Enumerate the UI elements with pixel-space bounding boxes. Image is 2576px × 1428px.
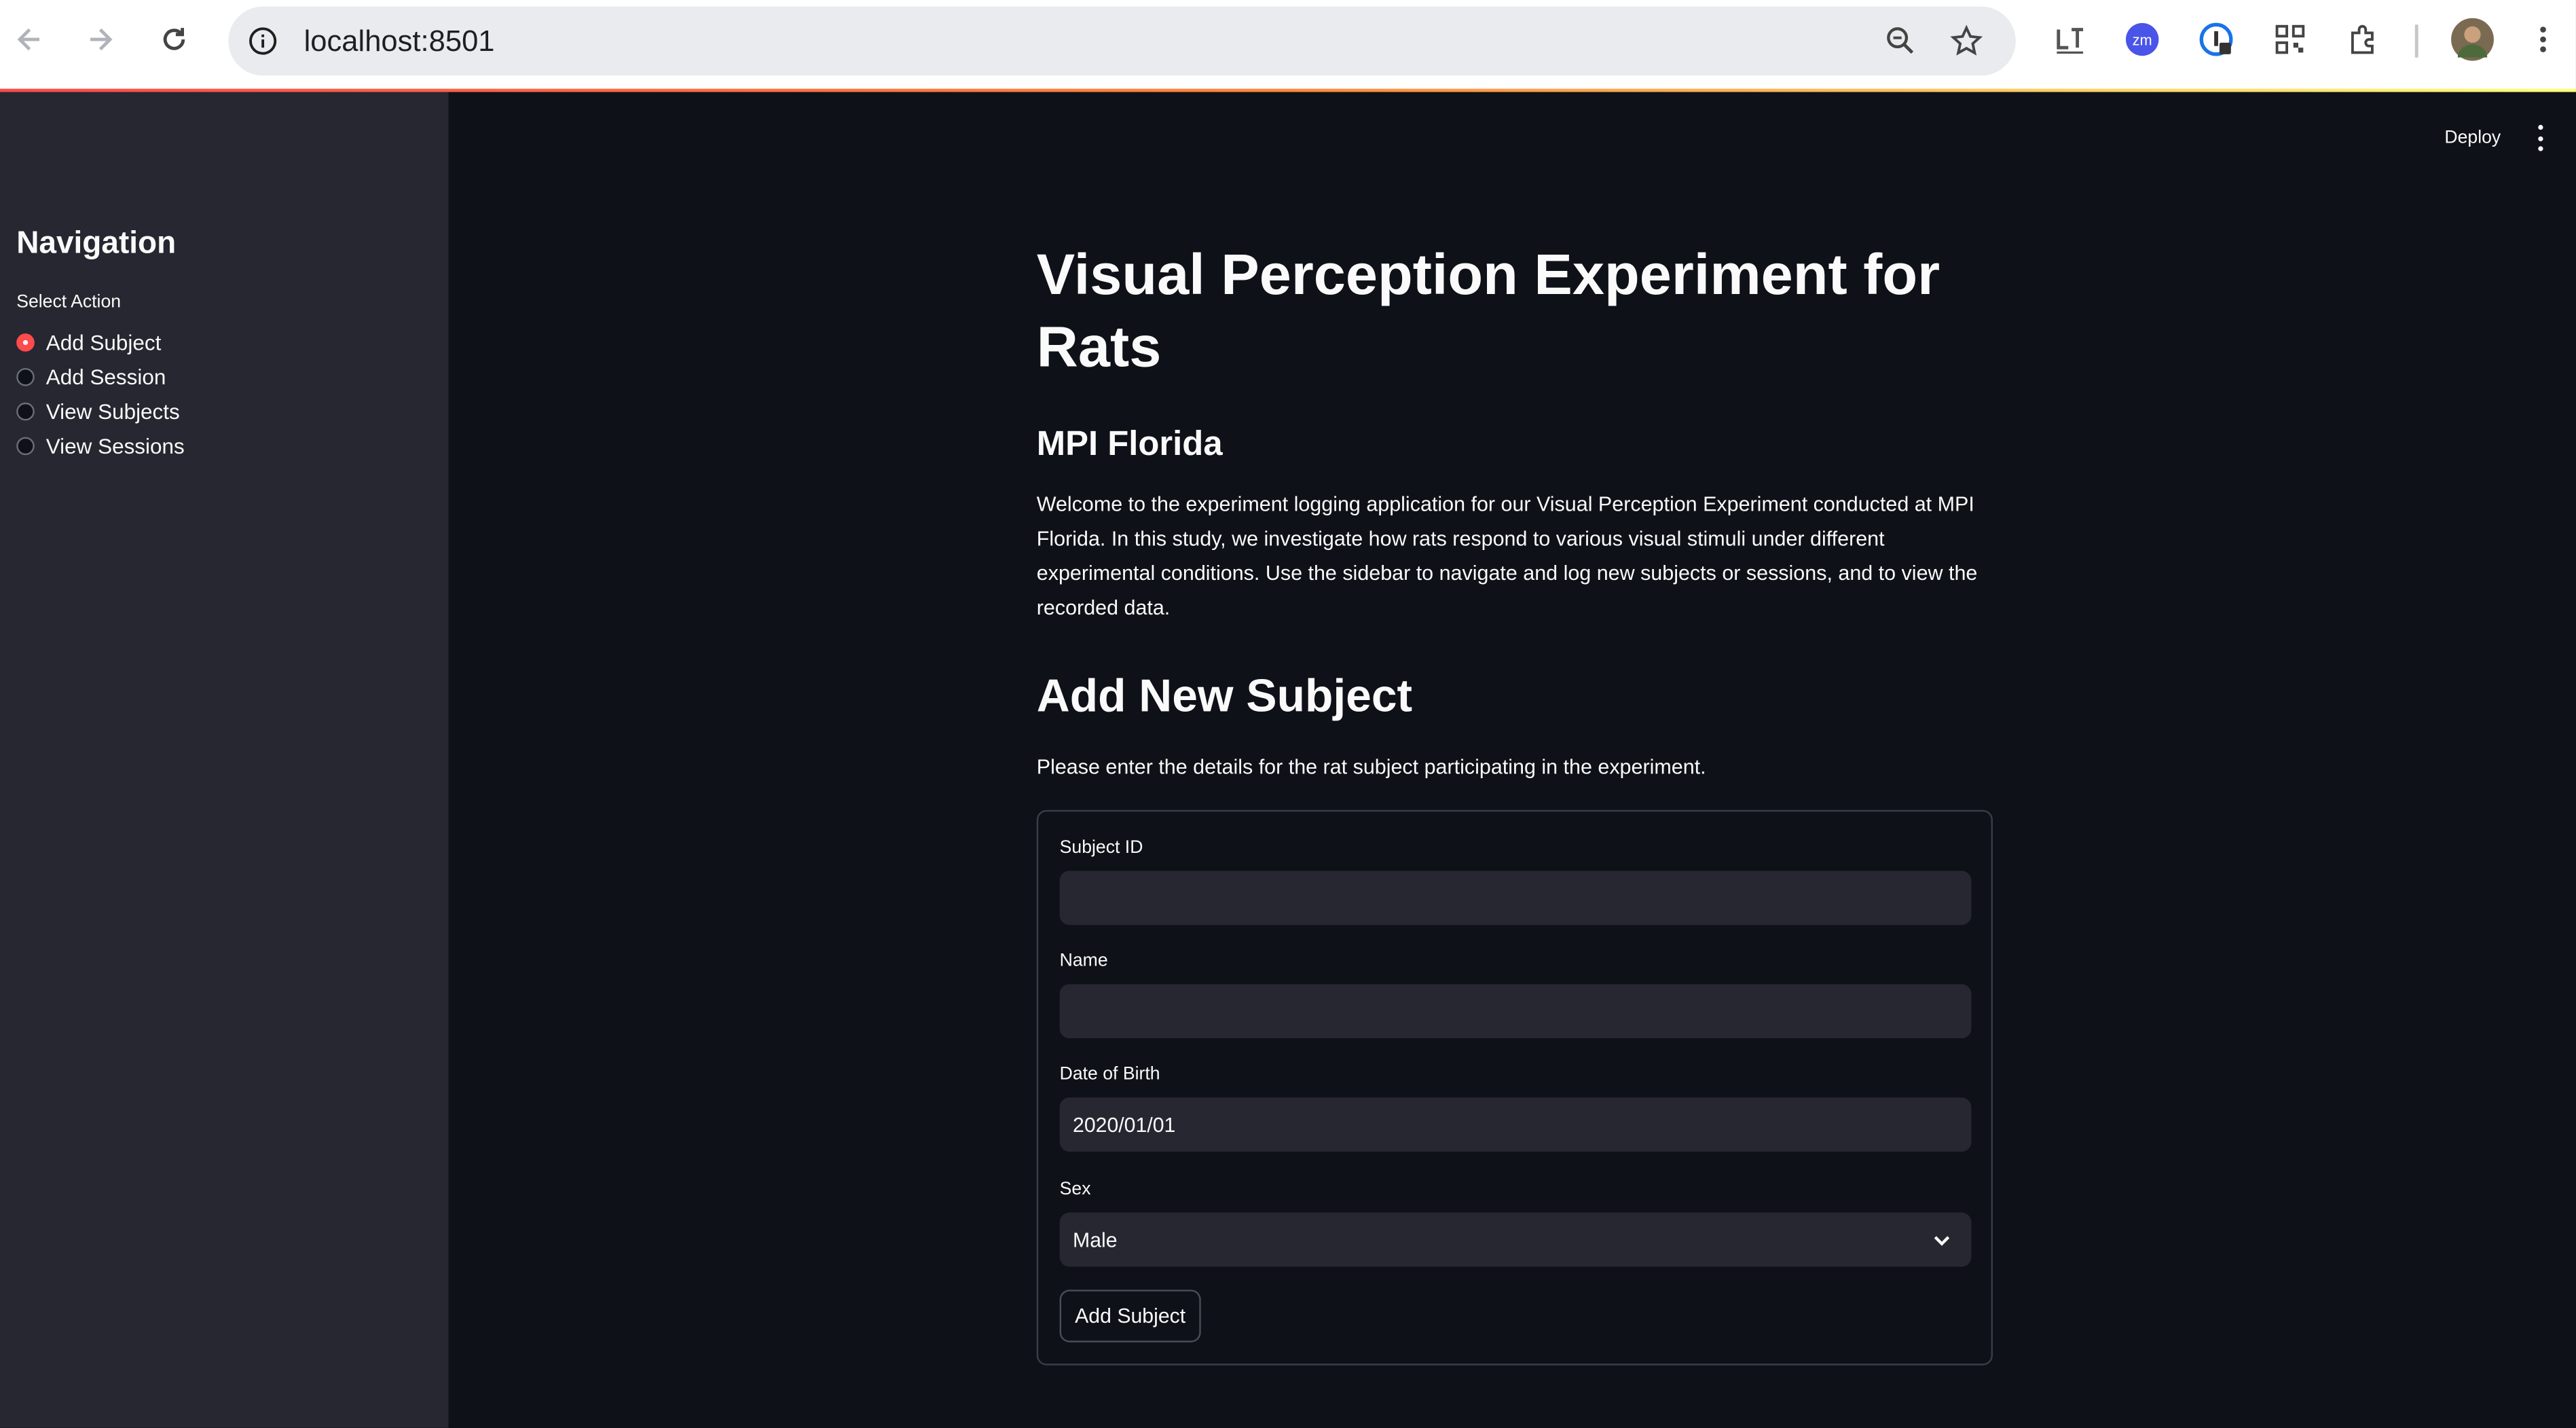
section-title: Add New Subject: [1036, 670, 1413, 722]
browser-toolbar: localhost:8501 zm: [0, 0, 2576, 91]
page-title: Visual Perception Experiment for Rats: [1036, 243, 1940, 380]
sex-selected-value: Male: [1072, 1228, 1118, 1251]
site-info-icon[interactable]: [248, 26, 278, 65]
reload-icon[interactable]: [153, 18, 196, 61]
dob-input[interactable]: 2020/01/01: [1059, 1097, 1972, 1152]
extensions-puzzle-icon[interactable]: [2344, 20, 2384, 59]
radio-view-subjects[interactable]: View Subjects: [16, 399, 180, 424]
app-root: localhost:8501 zm Navigation Select Acti…: [0, 0, 2576, 1428]
url-text: localhost:8501: [303, 24, 495, 58]
profile-avatar[interactable]: [2451, 18, 2494, 61]
extension-lt-icon[interactable]: [2050, 20, 2090, 59]
radio-label: Add Subject: [45, 330, 162, 355]
radio-view-sessions[interactable]: View Sessions: [16, 434, 185, 458]
back-icon[interactable]: [8, 18, 51, 61]
name-input[interactable]: [1059, 984, 1972, 1039]
app-menu-icon[interactable]: [2530, 124, 2550, 151]
sex-select[interactable]: Male: [1059, 1212, 1972, 1267]
dob-value: 2020/01/01: [1072, 1113, 1176, 1137]
svg-text:zm: zm: [2133, 32, 2152, 49]
radio-indicator[interactable]: [16, 402, 35, 421]
radio-label: Add Session: [45, 365, 166, 390]
section-description: Please enter the details for the rat sub…: [1036, 756, 1706, 779]
dob-label: Date of Birth: [1059, 1064, 1160, 1084]
qr-code-icon[interactable]: [2270, 20, 2310, 59]
chevron-down-icon[interactable]: [1932, 1230, 1951, 1255]
radio-selected-indicator[interactable]: [16, 333, 35, 352]
toolbar-divider: [2414, 24, 2418, 58]
zoom-extension-icon[interactable]: zm: [2122, 20, 2162, 59]
main-content: Visual Perception Experiment for Rats MP…: [1036, 240, 1993, 1366]
sidebar-title: Navigation: [16, 226, 177, 261]
browser-menu-icon[interactable]: [2524, 20, 2563, 59]
sex-label: Sex: [1059, 1179, 1091, 1200]
radio-group-label: Select Action: [16, 292, 122, 312]
address-bar[interactable]: localhost:8501: [228, 6, 2016, 76]
radio-add-session[interactable]: Add Session: [16, 365, 166, 389]
radio-indicator[interactable]: [16, 437, 35, 456]
bookmark-star-icon[interactable]: [1950, 24, 1983, 65]
name-label: Name: [1059, 951, 1108, 971]
add-subject-button[interactable]: Add Subject: [1059, 1289, 1201, 1342]
subject-id-input[interactable]: [1059, 871, 1972, 926]
forward-icon[interactable]: [79, 18, 122, 61]
page-subtitle: MPI Florida: [1036, 425, 1223, 464]
subject-id-label: Subject ID: [1059, 837, 1143, 858]
sidebar: Navigation Select Action Add Subject Add…: [0, 92, 449, 1428]
password-manager-icon[interactable]: [2196, 20, 2236, 59]
radio-label: View Sessions: [45, 433, 185, 459]
zoom-icon[interactable]: [1884, 24, 1917, 65]
radio-add-subject[interactable]: Add Subject: [16, 330, 162, 355]
add-subject-form: Subject ID Name Date of Birth 2020/01/01…: [1036, 809, 1993, 1366]
radio-label: View Subjects: [45, 399, 180, 424]
intro-paragraph: Welcome to the experiment logging applic…: [1036, 492, 1978, 620]
radio-indicator[interactable]: [16, 367, 35, 386]
deploy-button[interactable]: Deploy: [2444, 128, 2501, 148]
